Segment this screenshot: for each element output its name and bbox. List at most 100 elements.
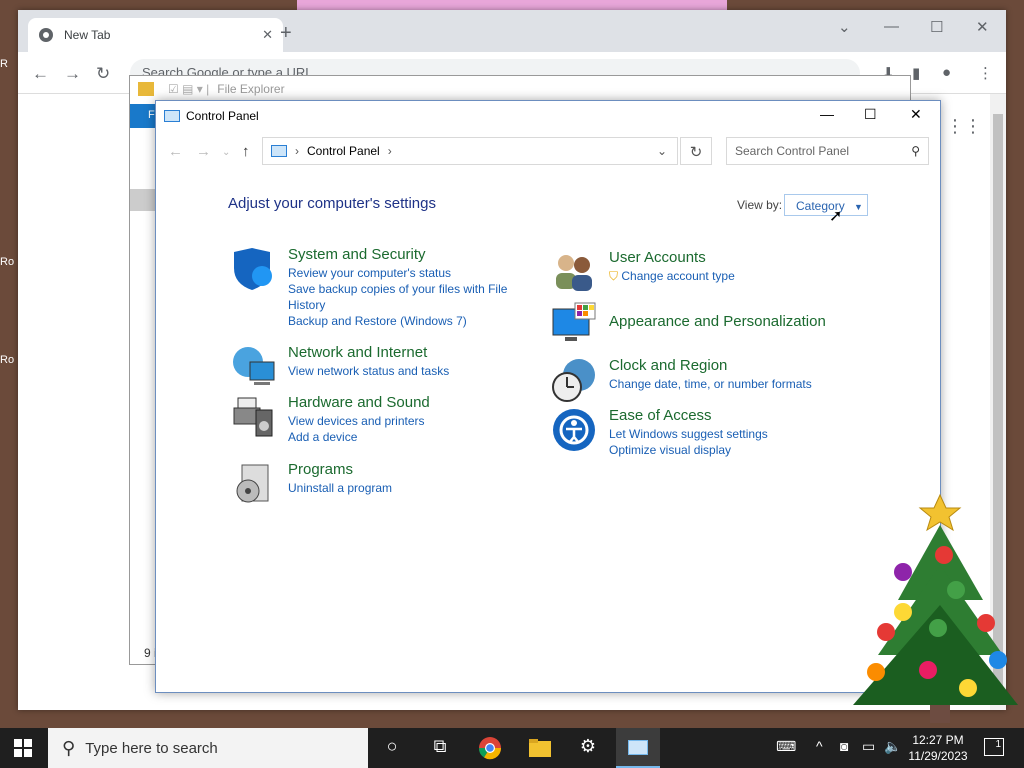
chrome-tab[interactable]: New Tab ✕: [28, 18, 283, 52]
category-title[interactable]: Programs: [288, 461, 392, 478]
category-link[interactable]: Uninstall a program: [288, 480, 392, 496]
ribbon-file-tab[interactable]: F: [130, 104, 158, 128]
side-panel-icon[interactable]: ▮: [912, 64, 920, 82]
category-network: Network and Internet View network status…: [230, 344, 449, 390]
meet-icon[interactable]: ◙: [840, 738, 848, 754]
search-icon: ⚲: [911, 144, 920, 158]
category-link[interactable]: Review your computer's status: [288, 265, 518, 281]
refresh-button[interactable]: ↻: [680, 137, 712, 165]
back-icon[interactable]: ←: [32, 64, 49, 84]
category-link[interactable]: Save backup copies of your files with Fi…: [288, 281, 518, 313]
breadcrumb[interactable]: Control Panel: [307, 144, 380, 158]
chrome-taskbar-icon[interactable]: [478, 736, 502, 760]
search-input[interactable]: Search Control Panel ⚲: [726, 137, 929, 165]
category-title[interactable]: User Accounts: [609, 249, 735, 266]
network-icon[interactable]: ▭: [862, 738, 875, 755]
category-clock-region: Clock and Region Change date, time, or n…: [551, 357, 812, 403]
chevron-down-icon[interactable]: ⌄: [657, 144, 667, 158]
quick-access-icon[interactable]: ☑ ▤ ▾ |: [168, 82, 209, 96]
file-explorer-taskbar-icon[interactable]: [528, 736, 552, 760]
file-explorer-title: File Explorer: [217, 82, 285, 96]
tab-search-icon[interactable]: ⌄: [838, 18, 851, 36]
category-link[interactable]: Let Windows suggest settings: [609, 426, 768, 442]
view-by-dropdown[interactable]: Category ▼: [784, 194, 868, 216]
category-link-text: Change account type: [621, 269, 735, 283]
maximize-icon[interactable]: ☐: [930, 18, 943, 36]
keyboard-icon[interactable]: ⌨: [776, 738, 796, 755]
notification-count: 1: [995, 739, 1001, 750]
category-link[interactable]: View devices and printers: [288, 413, 430, 429]
category-link[interactable]: Optimize visual display: [609, 442, 768, 458]
control-panel-icon: [271, 145, 287, 157]
category-ease-of-access: Ease of Access Let Windows suggest setti…: [551, 407, 768, 458]
mouse-cursor-icon: ➚: [829, 208, 843, 225]
network-globe-icon: [233, 347, 275, 385]
clock[interactable]: 12:27 PM 11/29/2023: [900, 732, 976, 764]
close-icon[interactable]: ✕: [910, 106, 922, 123]
category-link[interactable]: View network status and tasks: [288, 363, 449, 379]
category-title[interactable]: Hardware and Sound: [288, 394, 430, 411]
page-title: Adjust your computer's settings: [228, 195, 436, 212]
taskbar-search-input[interactable]: ⚲ Type here to search: [48, 728, 368, 768]
search-placeholder: Search Control Panel: [735, 144, 850, 158]
chevron-up-icon[interactable]: ^: [816, 738, 823, 754]
forward-icon[interactable]: →: [64, 64, 81, 84]
notification-center-icon[interactable]: 1: [984, 738, 1004, 756]
view-by-label: View by:: [737, 198, 783, 212]
christmas-tree-decoration: [853, 493, 1018, 723]
uac-shield-icon: ⛉: [609, 269, 619, 283]
close-icon[interactable]: ✕: [976, 18, 989, 36]
category-link[interactable]: Backup and Restore (Windows 7): [288, 313, 518, 329]
back-icon[interactable]: ←: [168, 143, 183, 160]
reload-icon[interactable]: ↻: [96, 64, 110, 84]
close-tab-icon[interactable]: ✕: [262, 27, 273, 43]
minimize-icon[interactable]: —: [884, 18, 899, 35]
tab-title: New Tab: [64, 28, 111, 42]
control-panel-taskbar-button[interactable]: [616, 728, 660, 768]
category-link[interactable]: Add a device: [288, 429, 430, 445]
category-title[interactable]: System and Security: [288, 246, 518, 263]
volume-icon[interactable]: 🔈: [884, 738, 901, 755]
windows-start-icon[interactable]: [14, 739, 32, 757]
programs-disc-icon: [236, 464, 269, 503]
up-icon[interactable]: ↑: [242, 143, 250, 160]
category-title[interactable]: Appearance and Personalization: [609, 313, 826, 330]
category-title[interactable]: Ease of Access: [609, 407, 768, 424]
control-panel-icon: [628, 740, 648, 755]
refresh-icon: ↻: [689, 144, 703, 161]
category-title[interactable]: Clock and Region: [609, 357, 812, 374]
category-link[interactable]: Change date, time, or number formats: [609, 376, 812, 392]
category-hardware-sound: Hardware and Sound View devices and prin…: [230, 394, 430, 445]
taskbar: ⚲ Type here to search ○ ⧉ ⚙ ⌨ ^ ◙ ▭ 🔈 12…: [0, 728, 1024, 768]
window-title: Control Panel: [186, 109, 259, 123]
chrome-tab-bar: New Tab ✕ + ⌄ — ☐ ✕: [18, 10, 1006, 52]
recent-locations-icon[interactable]: ⌄: [222, 147, 230, 158]
address-bar-row: ← → ⌄ ↑ › Control Panel › ⌄ ↻ Search Con…: [156, 135, 942, 167]
nav-pane-selection: [130, 189, 158, 211]
category-title[interactable]: Network and Internet: [288, 344, 449, 361]
clock-date: 11/29/2023: [908, 749, 968, 763]
desktop-icon-label[interactable]: Ro: [0, 256, 18, 286]
shield-icon: [234, 248, 272, 290]
category-link[interactable]: ⛉ Change account type: [609, 268, 735, 284]
desktop-icon-label[interactable]: R: [0, 58, 18, 88]
address-box[interactable]: › Control Panel › ⌄: [262, 137, 678, 165]
chrome-logo-icon: [39, 28, 53, 42]
new-tab-icon[interactable]: +: [280, 22, 292, 45]
chevron-right-icon[interactable]: ›: [295, 144, 299, 158]
chevron-right-icon[interactable]: ›: [388, 144, 392, 158]
minimize-icon[interactable]: —: [820, 106, 834, 122]
background-window-strip: [297, 0, 727, 10]
desktop-icon-label[interactable]: Ro: [0, 354, 18, 384]
menu-icon[interactable]: ⋮: [978, 64, 993, 82]
profile-icon[interactable]: ●: [942, 64, 951, 81]
control-panel-icon: [164, 110, 180, 122]
maximize-icon[interactable]: ☐: [864, 106, 877, 123]
ease-of-access-icon: [553, 409, 595, 451]
forward-icon[interactable]: →: [196, 143, 211, 160]
cortana-icon[interactable]: ○: [380, 736, 404, 760]
settings-gear-icon[interactable]: ⚙: [576, 736, 600, 760]
control-panel-window: Control Panel — ☐ ✕ ← → ⌄ ↑ › Control Pa…: [155, 100, 941, 693]
task-view-icon[interactable]: ⧉: [428, 736, 452, 760]
search-icon: ⚲: [62, 737, 76, 758]
